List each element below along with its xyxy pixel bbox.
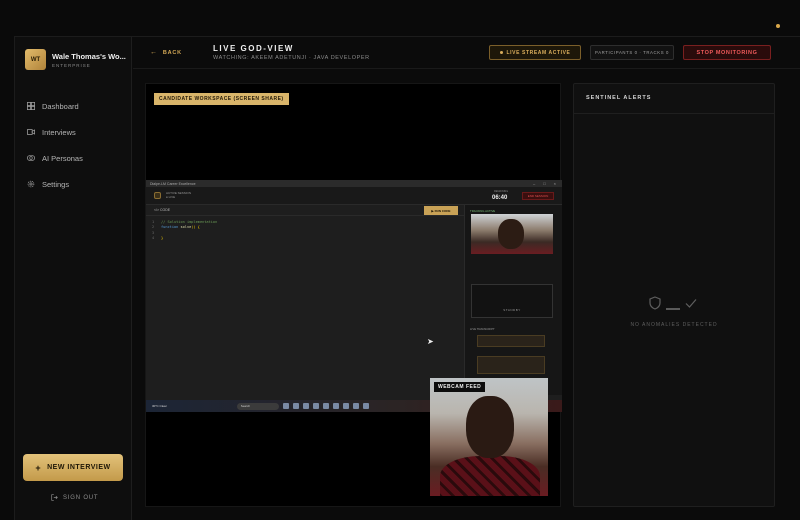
app-icon — [292, 403, 299, 409]
maximize-icon: □ — [543, 181, 546, 186]
person-body — [440, 456, 540, 496]
app-icon — [322, 403, 329, 409]
person-face — [466, 396, 514, 458]
candidate-self-view — [471, 214, 553, 254]
sidebar-item-label: Settings — [42, 179, 70, 189]
sign-out-button[interactable]: SIGN OUT — [51, 494, 98, 501]
sign-out-label: SIGN OUT — [63, 494, 99, 501]
page-title: LIVE GOD-VIEW — [213, 44, 294, 53]
workspace-logo: WT — [25, 49, 46, 70]
empty-state-text: NO ANOMALIES DETECTED — [630, 322, 718, 328]
app-icon — [352, 403, 359, 409]
timer-label: REMAINING — [494, 190, 509, 193]
shared-right-pane: TRACKING ACTIVE STANDBY LIVE TRANSCRIPT — [464, 205, 562, 395]
workspace-plan: ENTERPRISE — [52, 62, 91, 68]
alerts-title: SENTINEL ALERTS — [586, 95, 652, 101]
workspace-name: Wale Thomas's Wo... — [52, 51, 126, 61]
app-icon — [362, 403, 369, 409]
sidebar-item-ai-personas[interactable]: AI Personas — [27, 145, 83, 171]
code-line: 4} — [152, 235, 164, 240]
stop-monitoring-button[interactable]: STOP MONITORING — [683, 45, 771, 60]
code-lines: 1// Solution implementation 2 function so… — [146, 216, 464, 241]
sidebar-item-label: Interviews — [42, 127, 76, 137]
transcript-label: LIVE TRANSCRIPT — [470, 327, 495, 331]
end-session-button: END SESSION — [522, 192, 554, 200]
sidebar-item-label: Dashboard — [42, 101, 79, 111]
new-interview-label: NEW INTERVIEW — [47, 464, 111, 471]
back-button[interactable]: ← BACK — [150, 49, 182, 56]
app-icon — [312, 403, 319, 409]
code-editor: </> CODE ▶ RUN CODE 1// Solution impleme… — [146, 205, 464, 395]
screen-share-label: CANDIDATE WORKSPACE (SCREEN SHARE) — [154, 93, 289, 105]
shared-app-header: ACTIVE SESSION ● LIVE REMAINING 06:40 EN… — [146, 187, 562, 205]
code-tab-label: </> CODE — [154, 208, 171, 212]
watching-subtitle: WATCHING: AKEEM ADETUNJI · JAVA DEVELOPE… — [213, 55, 370, 61]
face-image — [498, 219, 524, 249]
shared-app-logo — [154, 192, 161, 199]
status-dot — [776, 24, 780, 28]
participants-badge: PARTICIPANTS 0 · TRACKS 0 — [590, 45, 674, 60]
empty-state-icons — [648, 296, 698, 310]
gear-icon — [27, 180, 35, 188]
live-stream-label: LIVE STREAM ACTIVE — [506, 49, 571, 56]
webcam-feed-label: WEBCAM FEED — [434, 382, 486, 392]
run-code-button: ▶ RUN CODE — [424, 206, 458, 215]
app-icon — [302, 403, 309, 409]
transcript-message — [477, 356, 545, 374]
mouse-cursor-icon: ➤ — [427, 337, 434, 346]
plus-icon: + — [35, 462, 42, 473]
live-stream-badge: LIVE STREAM ACTIVE — [489, 45, 581, 60]
window-titlebar: Dialpe-LM Career Excellence – □ × — [146, 180, 562, 187]
screen-share-panel: CANDIDATE WORKSPACE (SCREEN SHARE) Dialp… — [145, 83, 562, 507]
tracking-label: TRACKING ACTIVE — [470, 209, 496, 213]
sign-out-icon — [51, 494, 58, 501]
minimize-icon: – — [533, 181, 536, 186]
sidebar-item-dashboard[interactable]: Dashboard — [27, 93, 83, 119]
divider — [574, 113, 774, 114]
arrow-left-icon: ← — [150, 49, 158, 56]
weather-widget: 30°C Clear — [152, 404, 167, 408]
app-icon — [282, 403, 289, 409]
session-status: ● LIVE — [166, 195, 176, 199]
live-dot-icon — [499, 51, 503, 54]
close-icon: × — [553, 181, 556, 186]
webcam-feed: WEBCAM FEED — [430, 378, 548, 496]
sidebar-item-label: AI Personas — [42, 153, 83, 163]
top-header: ← BACK LIVE GOD-VIEW WATCHING: AKEEM ADE… — [133, 37, 800, 69]
video-icon — [27, 129, 35, 135]
app-window: WT Wale Thomas's Wo... ENTERPRISE Dashbo… — [14, 36, 800, 520]
workspace-switcher[interactable]: WT Wale Thomas's Wo... ENTERPRISE — [25, 49, 126, 70]
standby-panel: STANDBY — [471, 284, 553, 318]
new-interview-button[interactable]: + NEW INTERVIEW — [23, 454, 123, 481]
taskbar-search: Search — [236, 402, 279, 410]
shield-icon — [649, 296, 661, 310]
app-icon — [342, 403, 349, 409]
sidebar: WT Wale Thomas's Wo... ENTERPRISE Dashbo… — [15, 37, 132, 520]
session-timer: 06:40 — [492, 195, 508, 201]
dashboard-icon — [27, 102, 35, 110]
sentinel-alerts-panel: SENTINEL ALERTS NO ANOMALIES DETECTED — [573, 83, 775, 507]
sidebar-item-interviews[interactable]: Interviews — [27, 119, 83, 145]
sidebar-nav: Dashboard Interviews AI Personas Setting… — [27, 93, 83, 197]
transcript-message — [477, 335, 545, 347]
window-title: Dialpe-LM Career Excellence — [150, 181, 196, 186]
check-icon — [685, 299, 697, 308]
divider — [666, 308, 680, 310]
taskbar-icons — [282, 403, 369, 409]
app-icon — [332, 403, 339, 409]
back-label: BACK — [162, 49, 182, 56]
brain-icon — [27, 155, 35, 161]
sidebar-item-settings[interactable]: Settings — [27, 171, 83, 197]
